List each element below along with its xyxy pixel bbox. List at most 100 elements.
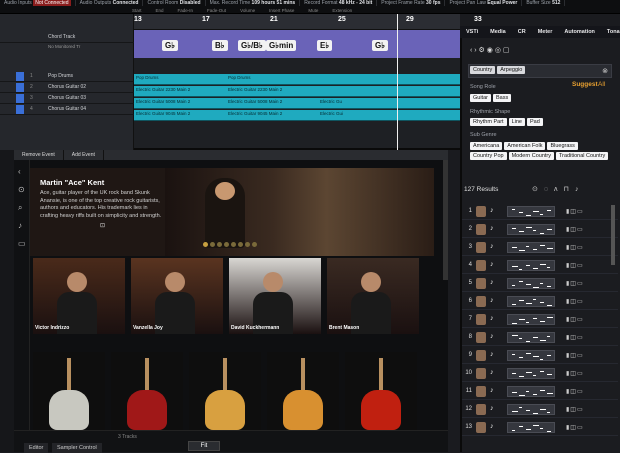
pattern-preview[interactable] xyxy=(507,386,555,397)
result-row[interactable]: 7 ♪ ▮◫▭ xyxy=(462,312,618,328)
playhead[interactable] xyxy=(397,14,398,150)
compass-icon[interactable]: ⊙ xyxy=(18,186,26,194)
filter-chip[interactable]: Guitar xyxy=(470,94,491,102)
filter-chip-arpeggio[interactable]: Arpeggio xyxy=(497,66,526,74)
result-actions-icon[interactable]: ▮◫▭ xyxy=(566,208,584,215)
filter-chip[interactable]: Bluegrass xyxy=(547,142,578,150)
pattern-preview[interactable] xyxy=(507,314,555,325)
tab-remove-event[interactable]: Remove Event xyxy=(14,150,64,160)
track-header[interactable]: 2 Chorus Guitar 02 xyxy=(0,82,134,93)
pattern-preview[interactable] xyxy=(507,332,555,343)
result-row[interactable]: 10 ♪ ▮◫▭ xyxy=(462,366,618,382)
result-row[interactable]: 1 ♪ ▮◫▭ xyxy=(462,204,618,220)
results-filter-icons[interactable]: ⊙◌ʌ⊓♪ xyxy=(532,185,585,193)
filter-chip[interactable]: American Folk xyxy=(504,142,546,150)
search-icon[interactable]: ⌕ xyxy=(18,204,26,212)
pattern-preview[interactable] xyxy=(507,206,555,217)
result-actions-icon[interactable]: ▮◫▭ xyxy=(566,352,584,359)
browser-scrollbar[interactable] xyxy=(443,160,448,280)
right-tab-vsti[interactable]: VSTi xyxy=(460,29,484,35)
audio-lane[interactable]: Electric Guitar 2230 Main 2 Electric Guit… xyxy=(134,86,460,97)
right-tab-tonalic[interactable]: Tonalic xyxy=(601,29,620,35)
filter-chip[interactable]: Modern Country xyxy=(508,152,555,160)
result-row[interactable]: 5 ♪ ▮◫▭ xyxy=(462,276,618,292)
result-actions-icon[interactable]: ▮◫▭ xyxy=(566,388,584,395)
chord-event[interactable]: G♭min xyxy=(266,40,297,51)
result-row[interactable]: 9 ♪ ▮◫▭ xyxy=(462,348,618,364)
carousel-dots[interactable] xyxy=(203,242,257,247)
fit-button[interactable]: Fit xyxy=(188,441,220,451)
suggest-button[interactable]: Suggest xyxy=(572,81,598,88)
chord-event[interactable]: B♭ xyxy=(212,40,228,51)
status-cell[interactable]: Max. Record Time 109 hours 51 mins xyxy=(206,0,301,6)
status-cell[interactable]: Project Pan Law Equal Power xyxy=(445,0,523,6)
instrument-card[interactable] xyxy=(111,352,183,430)
track-header[interactable]: Chord Track xyxy=(0,32,134,43)
status-cell[interactable]: Audio Outputs Connected xyxy=(76,0,144,6)
instrument-card[interactable] xyxy=(345,352,417,430)
chord-event[interactable]: G♭ xyxy=(372,40,388,51)
all-button[interactable]: All xyxy=(598,81,605,88)
pattern-preview[interactable] xyxy=(507,260,555,271)
filter-chip[interactable]: Country Pop xyxy=(470,152,507,160)
instrument-card[interactable] xyxy=(267,352,339,430)
result-row[interactable]: 8 ♪ ▮◫▭ xyxy=(462,330,618,346)
audio-lane[interactable]: Electric Guitar 9045 Main 2 Electric Guit… xyxy=(134,110,460,121)
result-actions-icon[interactable]: ▮◫▭ xyxy=(566,244,584,251)
result-actions-icon[interactable]: ▮◫▭ xyxy=(566,424,584,431)
right-tab-media[interactable]: Media xyxy=(484,29,512,35)
result-row[interactable]: 2 ♪ ▮◫▭ xyxy=(462,222,618,238)
timeline-ruler[interactable]: 13 17 21 25 29 33 xyxy=(134,14,482,30)
result-actions-icon[interactable]: ▮◫▭ xyxy=(566,334,584,341)
chord-event[interactable]: G♭ xyxy=(162,40,178,51)
pattern-preview[interactable] xyxy=(507,350,555,361)
pattern-preview[interactable] xyxy=(507,278,555,289)
pattern-preview[interactable] xyxy=(507,242,555,253)
result-actions-icon[interactable]: ▮◫▭ xyxy=(566,262,584,269)
clear-icon[interactable]: ⊗ xyxy=(602,67,608,75)
pattern-preview[interactable] xyxy=(507,404,555,415)
status-cell[interactable]: Project Frame Rate 30 fps xyxy=(377,0,446,6)
result-actions-icon[interactable]: ▮◫▭ xyxy=(566,280,584,287)
result-actions-icon[interactable]: ▮◫▭ xyxy=(566,406,584,413)
result-row[interactable]: 11 ♪ ▮◫▭ xyxy=(462,384,618,400)
status-cell[interactable]: Buffer Size 512 xyxy=(522,0,566,6)
filter-chip[interactable]: Americana xyxy=(470,142,503,150)
pattern-preview[interactable] xyxy=(507,296,555,307)
filter-chip-country[interactable]: Country xyxy=(470,66,496,74)
back-arrow-icon[interactable]: ‹ xyxy=(18,168,26,176)
more-icon[interactable]: ⊡ xyxy=(100,222,105,229)
result-actions-icon[interactable]: ▮◫▭ xyxy=(566,226,584,233)
artist-card[interactable]: Brent Mason xyxy=(327,258,419,334)
chord-event[interactable]: E♭ xyxy=(317,40,333,51)
result-actions-icon[interactable]: ▮◫▭ xyxy=(566,298,584,305)
result-actions-icon[interactable]: ▮◫▭ xyxy=(566,316,584,323)
filter-chip[interactable]: Rhythm Part xyxy=(470,118,507,126)
bookmark-icon[interactable]: ▭ xyxy=(18,240,26,248)
tab-add-event[interactable]: Add Event xyxy=(64,150,104,160)
result-row[interactable]: 6 ♪ ▮◫▭ xyxy=(462,294,618,310)
pattern-preview[interactable] xyxy=(507,368,555,379)
filter-chip[interactable]: Line xyxy=(508,118,525,126)
toolbar-icons[interactable]: ‹ › ⚙ ◉ ◎ ▢ xyxy=(470,46,510,54)
filter-chip[interactable]: Traditional Country xyxy=(556,152,609,160)
result-row[interactable]: 12 ♪ ▮◫▭ xyxy=(462,402,618,418)
right-tab-cr[interactable]: CR xyxy=(512,29,532,35)
artist-card[interactable]: Victor Indrizzo xyxy=(33,258,125,334)
track-header[interactable]: 1 Pop Drums xyxy=(0,71,134,82)
filter-bar[interactable]: Country Arpeggio ⊗ xyxy=(468,64,612,78)
artist-card[interactable]: David Kuckhermann xyxy=(229,258,321,334)
chord-event[interactable]: G♭/B♭ xyxy=(238,40,266,51)
instrument-card[interactable] xyxy=(33,352,105,430)
result-actions-icon[interactable]: ▮◫▭ xyxy=(566,370,584,377)
status-cell[interactable]: Record Format 48 kHz - 24 bit xyxy=(300,0,378,6)
filter-chip[interactable]: Pad xyxy=(526,118,543,126)
right-tab-meter[interactable]: Meter xyxy=(532,29,559,35)
result-row[interactable]: 3 ♪ ▮◫▭ xyxy=(462,240,618,256)
chord-track-source[interactable]: No Monitored Tr xyxy=(48,44,80,49)
pattern-preview[interactable] xyxy=(507,224,555,235)
results-scrollbar[interactable] xyxy=(611,205,615,265)
status-cell[interactable]: Control Room Disabled xyxy=(143,0,206,6)
guitar-icon[interactable]: ♪ xyxy=(18,222,26,230)
filter-chip[interactable]: Bass xyxy=(492,94,512,102)
